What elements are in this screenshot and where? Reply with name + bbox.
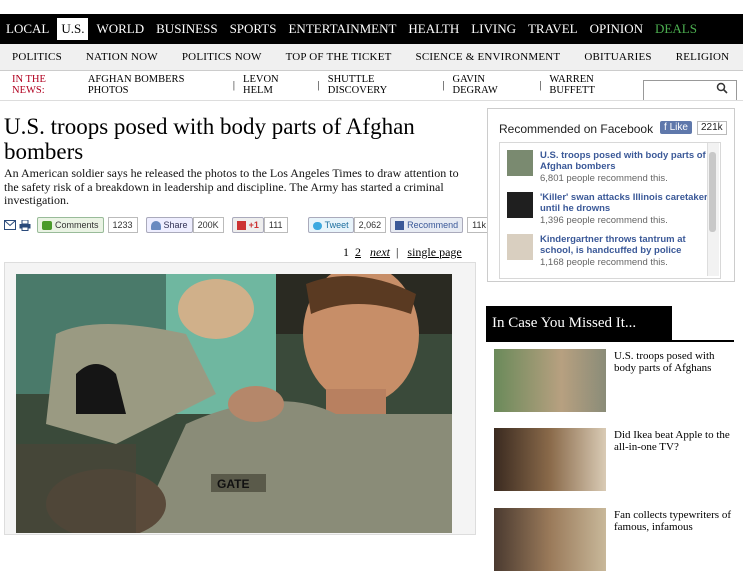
nav-deals[interactable]: DEALS bbox=[649, 14, 703, 44]
fb-item-meta: 1,168 people recommend this. bbox=[540, 257, 668, 268]
icym-item-title[interactable]: Did Ikea beat Apple to the all-in-one TV… bbox=[614, 429, 734, 453]
twitter-bird-icon bbox=[312, 221, 322, 230]
icym-rule bbox=[486, 340, 734, 342]
comments-button[interactable]: Comments bbox=[37, 217, 104, 233]
nav-travel[interactable]: TRAVEL bbox=[522, 14, 584, 44]
subnav-science-environment[interactable]: SCIENCE & ENVIRONMENT bbox=[404, 51, 573, 63]
nav-health[interactable]: HEALTH bbox=[402, 14, 465, 44]
news-link[interactable]: SHUTTLE DISCOVERY bbox=[328, 74, 435, 96]
nav-us[interactable]: U.S. bbox=[57, 18, 89, 40]
tweet-label: Tweet bbox=[324, 220, 349, 230]
gplus-button[interactable]: +1 bbox=[231, 217, 264, 233]
news-separator: | bbox=[442, 79, 445, 91]
search-icon[interactable] bbox=[715, 82, 729, 96]
news-separator: | bbox=[317, 79, 320, 91]
icym-item-title[interactable]: Fan collects typewriters of famous, infa… bbox=[614, 509, 734, 533]
subnav-politics[interactable]: POLITICS bbox=[0, 51, 74, 63]
icym-item[interactable]: U.S. troops posed with body parts of Afg… bbox=[494, 349, 734, 419]
main-nav: LOCAL U.S. WORLD BUSINESS SPORTS ENTERTA… bbox=[0, 14, 743, 44]
subnav-religion[interactable]: RELIGION bbox=[664, 51, 742, 63]
scrollbar-thumb[interactable] bbox=[709, 152, 716, 232]
news-separator: | bbox=[232, 79, 236, 91]
article-dek: An American soldier says he released the… bbox=[4, 166, 459, 207]
icym-heading: In Case You Missed It... bbox=[486, 306, 672, 340]
in-the-news-bar: IN THE NEWS: AFGHAN BOMBERS PHOTOS | LEV… bbox=[0, 72, 640, 98]
icym-item[interactable]: Fan collects typewriters of famous, infa… bbox=[494, 508, 734, 578]
single-page-link[interactable]: single page bbox=[407, 245, 461, 259]
print-icon[interactable] bbox=[19, 219, 31, 231]
subnav-obituaries[interactable]: OBITUARIES bbox=[572, 51, 663, 63]
facebook-box-title: Recommended on Facebook bbox=[499, 122, 654, 136]
facebook-feed: U.S. troops posed with body parts of Afg… bbox=[499, 142, 721, 279]
fb-item-meta: 1,396 people recommend this. bbox=[540, 215, 668, 226]
in-the-news-label: IN THE NEWS: bbox=[12, 74, 46, 96]
gplus-label: +1 bbox=[248, 220, 259, 230]
masthead-logo-strip bbox=[0, 0, 743, 12]
recommend-label: Recommend bbox=[407, 220, 459, 230]
icym-item-title[interactable]: U.S. troops posed with body parts of Afg… bbox=[614, 350, 734, 374]
email-icon[interactable] bbox=[4, 219, 16, 231]
tweet-button[interactable]: Tweet bbox=[307, 217, 354, 233]
facebook-icon bbox=[395, 221, 405, 231]
news-link[interactable]: GAVIN DEGRAW bbox=[453, 74, 532, 96]
gplus-icon bbox=[236, 221, 246, 231]
fb-item-meta: 6,801 people recommend this. bbox=[540, 173, 668, 184]
share-button[interactable]: Share bbox=[145, 217, 193, 233]
nav-entertainment[interactable]: ENTERTAINMENT bbox=[282, 14, 402, 44]
nav-local[interactable]: LOCAL bbox=[0, 14, 55, 44]
subnav-politics-now[interactable]: POLITICS NOW bbox=[170, 51, 274, 63]
fb-item-title[interactable]: Kindergartner throws tantrum at school, … bbox=[540, 234, 715, 256]
nav-opinion[interactable]: OPINION bbox=[584, 14, 649, 44]
nav-sports[interactable]: SPORTS bbox=[224, 14, 283, 44]
name-tape: GATE bbox=[217, 477, 249, 491]
news-link[interactable]: LEVON HELM bbox=[243, 74, 310, 96]
pager: 1 2 next | single page bbox=[343, 245, 462, 259]
fb-item-title[interactable]: U.S. troops posed with body parts of Afg… bbox=[540, 150, 715, 172]
share-people-icon bbox=[150, 221, 161, 231]
nav-world[interactable]: WORLD bbox=[90, 14, 150, 44]
news-link[interactable]: WARREN BUFFETT bbox=[549, 74, 640, 96]
icym-thumbnail[interactable] bbox=[494, 508, 606, 571]
nav-business[interactable]: BUSINESS bbox=[150, 14, 223, 44]
fb-item-title[interactable]: 'Killer' swan attacks Illinois caretaker… bbox=[540, 192, 715, 214]
recommend-button[interactable]: Recommend bbox=[390, 217, 464, 233]
fb-item-thumbnail bbox=[507, 150, 533, 176]
icym-item[interactable]: Did Ikea beat Apple to the all-in-one TV… bbox=[494, 428, 734, 498]
facebook-like-label: Like bbox=[669, 122, 688, 133]
news-separator: | bbox=[539, 79, 542, 91]
facebook-like-button[interactable]: f Like bbox=[660, 121, 692, 134]
comments-count: 1233 bbox=[107, 217, 138, 233]
sub-nav: POLITICS NATION NOW POLITICS NOW TOP OF … bbox=[0, 44, 743, 71]
comments-label: Comments bbox=[55, 220, 99, 230]
tweet-count: 2,062 bbox=[353, 217, 387, 233]
fb-item-thumbnail bbox=[507, 234, 533, 260]
social-bar: Comments 1233 Share 200K +1 111 Tweet 2,… bbox=[4, 217, 499, 233]
nav-living[interactable]: LIVING bbox=[465, 14, 522, 44]
next-page-link[interactable]: next bbox=[370, 245, 390, 259]
icym-thumbnail[interactable] bbox=[494, 428, 606, 491]
article-photo[interactable]: GATE bbox=[16, 274, 452, 533]
page-2-link[interactable]: 2 bbox=[355, 245, 361, 259]
share-count: 200K bbox=[192, 217, 224, 233]
subnav-nation-now[interactable]: NATION NOW bbox=[74, 51, 170, 63]
article-headline: U.S. troops posed with body parts of Afg… bbox=[4, 114, 415, 164]
facebook-like-count: 221k bbox=[697, 121, 727, 135]
fb-item-thumbnail bbox=[507, 192, 533, 218]
divider bbox=[0, 100, 743, 101]
icym-thumbnail[interactable] bbox=[494, 349, 606, 412]
comments-icon bbox=[42, 221, 52, 231]
page-1-link[interactable]: 1 bbox=[343, 245, 349, 259]
gplus-count: 111 bbox=[263, 217, 288, 233]
subnav-top-of-the-ticket[interactable]: TOP OF THE TICKET bbox=[274, 51, 404, 63]
share-label: Share bbox=[163, 220, 188, 230]
news-link[interactable]: AFGHAN BOMBERS PHOTOS bbox=[88, 74, 225, 96]
